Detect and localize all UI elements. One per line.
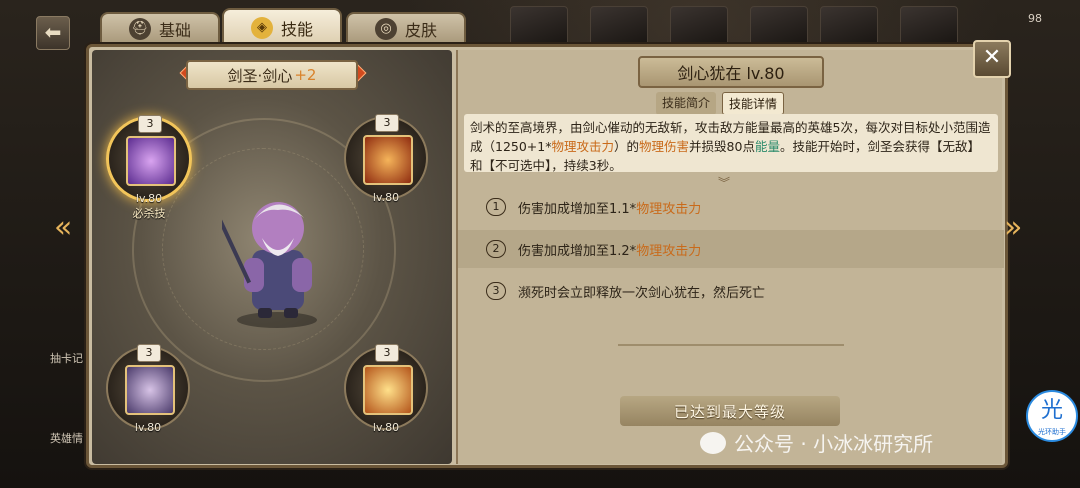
desc-text: 并损毁80点 (689, 139, 755, 154)
upgrade-text: 伤害加成增加至1.2* (518, 243, 637, 259)
watermark-text: 公众号 · 小冰冰研究所 (734, 432, 934, 456)
upgrade-text: 伤害加成增加至1.1* (518, 201, 637, 217)
skill-tree-panel: 剑圣·剑心 +2 3 lv.80 必杀技 3 lv.80 3 lv.80 3 lv… (92, 50, 452, 464)
skill-level: lv.80 (135, 192, 163, 205)
skill-count: 3 (375, 114, 399, 132)
max-level-banner: 已达到最大等级 (620, 396, 840, 426)
skill-slot-4[interactable]: 3 lv.80 (344, 344, 428, 434)
bg-hero-portrait (750, 6, 808, 46)
skill-tag: 必杀技 (132, 207, 166, 220)
desc-text: ）的 (614, 139, 640, 154)
wechat-icon (700, 431, 726, 454)
helmet-icon: ⛑ (128, 18, 151, 40)
skill-art-icon (125, 365, 175, 415)
bg-hero-portrait (820, 6, 878, 46)
upgrade-text: 濒死时会立即释放一次剑心犹在，然后死亡 (518, 285, 766, 301)
tab-skill-detail[interactable]: 技能详情 (722, 92, 785, 115)
skill-art-icon (363, 135, 413, 185)
skill-count: 3 (375, 344, 399, 362)
upgrade-number: 3 (486, 282, 506, 300)
skill-slot-ultimate[interactable]: 3 lv.80 必杀技 (106, 115, 192, 220)
skill-art-icon (363, 365, 413, 415)
skill-level: lv.80 (372, 421, 400, 434)
bg-hero-portrait (670, 6, 728, 46)
upgrade-number: 2 (486, 240, 506, 258)
back-button[interactable]: ⬅ (36, 16, 70, 50)
bg-hero-portrait (510, 6, 568, 46)
desc-highlight: 物理攻击力 (551, 139, 615, 154)
hero-plus: +2 (294, 66, 317, 84)
hero-name: 剑圣·剑心 (227, 66, 293, 85)
next-hero-arrow-icon[interactable]: » (1004, 210, 1022, 245)
tab-label: 基础 (158, 21, 191, 40)
upgrade-row: 2 伤害加成增加至1.2* 物理攻击力 (458, 230, 1004, 268)
tab-label: 技能 (280, 20, 313, 39)
skill-count: 3 (137, 344, 161, 362)
skill-detail-panel: 剑心犹在 lv.80 技能简介 技能详情 剑术的至高境界，由剑心催动的无敌斩，攻… (456, 50, 1004, 464)
desc-highlight: 能量 (754, 139, 780, 154)
watermark: 公众号 · 小冰冰研究所 (700, 428, 933, 457)
hero-name-bar: 剑圣·剑心 +2 (186, 60, 358, 90)
skill-emblem-icon: ◈ (250, 17, 273, 39)
desc-highlight: 物理伤害 (639, 139, 690, 154)
bg-hero-portrait (900, 6, 958, 46)
hero-character-image (222, 202, 317, 328)
mask-icon: ◎ (374, 18, 397, 40)
upgrade-highlight: 物理攻击力 (636, 201, 702, 217)
upgrade-row: 3 濒死时会立即释放一次剑心犹在，然后死亡 (458, 272, 1004, 310)
helper-glyph: 光 (1040, 398, 1063, 423)
upgrade-number: 1 (486, 198, 506, 216)
upgrade-row: 1 伤害加成增加至1.1* 物理攻击力 (458, 188, 1004, 226)
prev-hero-arrow-icon[interactable]: « (54, 210, 72, 245)
back-arrow-icon: ⬅ (44, 20, 62, 44)
skill-level: lv.80 (134, 421, 162, 434)
skill-description: 剑术的至高境界，由剑心催动的无敌斩，攻击敌方能量最高的英雄5次，每次对目标处小范… (464, 114, 998, 173)
skill-slot-3[interactable]: 3 lv.80 (106, 344, 190, 434)
close-icon: ✕ (982, 45, 1002, 70)
skill-level: lv.80 (372, 191, 400, 204)
helper-app-button[interactable]: 光 光环助手 (1026, 390, 1078, 442)
divider (618, 344, 844, 346)
tab-label: 皮肤 (404, 21, 437, 40)
skill-slot-2[interactable]: 3 lv.80 (344, 114, 428, 204)
skill-title: 剑心犹在 lv.80 (638, 56, 824, 88)
skill-art-icon (126, 136, 176, 186)
helper-label: 光环助手 (1038, 428, 1066, 436)
skill-count: 3 (138, 115, 162, 133)
level-badge: 98 (1028, 12, 1042, 25)
close-button[interactable]: ✕ (973, 40, 1011, 78)
tab-skill-intro[interactable]: 技能简介 (656, 92, 717, 115)
tab-skins[interactable]: ◎ 皮肤 (346, 12, 466, 46)
tab-skills[interactable]: ◈ 技能 (222, 8, 342, 48)
side-label[interactable]: 抽卡记 (50, 350, 83, 366)
detail-tabs: 技能简介 技能详情 (656, 92, 785, 115)
side-label[interactable]: 英雄情 (50, 430, 83, 446)
upgrade-highlight: 物理攻击力 (636, 243, 702, 259)
tab-basic[interactable]: ⛑ 基础 (100, 12, 220, 46)
bg-hero-portrait (590, 6, 648, 46)
